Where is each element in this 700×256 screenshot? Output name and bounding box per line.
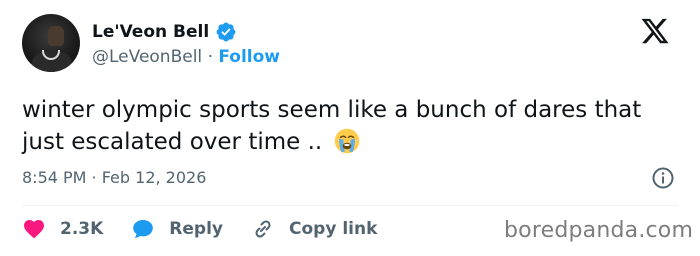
avatar[interactable] [22, 14, 80, 72]
tweet-text: winter olympic sports seem like a bunch … [22, 94, 682, 158]
handle-separator: · [207, 47, 213, 67]
avatar-hand [48, 26, 64, 46]
watermark: boredpanda.com [504, 218, 694, 243]
author-handle-row: @LeVeonBell · Follow [92, 47, 280, 67]
reply-label: Reply [169, 219, 223, 239]
follow-button[interactable]: Follow [218, 47, 280, 67]
tweet-card: Le'Veon Bell @LeVeonBell · Follow winter… [0, 0, 700, 256]
loudly-crying-face-icon [334, 128, 359, 154]
tweet-body: winter olympic sports seem like a bunch … [22, 97, 642, 155]
tweet-timestamp[interactable]: 8:54 PM · Feb 12, 2026 [22, 168, 206, 187]
action-bar: 2.3K Reply Copy link [22, 215, 405, 243]
author-name[interactable]: Le'Veon Bell [92, 22, 209, 42]
copy-link-button[interactable]: Copy link [251, 215, 377, 243]
author-handle[interactable]: @LeVeonBell [92, 47, 202, 67]
reply-button[interactable]: Reply [131, 215, 223, 243]
heart-icon [24, 220, 44, 239]
verified-badge-icon [216, 22, 236, 42]
info-icon[interactable] [651, 166, 675, 190]
reply-bubble-icon [133, 220, 154, 238]
copy-link-label: Copy link [289, 219, 378, 239]
divider [22, 205, 678, 206]
author-name-row: Le'Veon Bell [92, 20, 237, 44]
x-logo-icon[interactable] [638, 16, 672, 46]
like-button[interactable]: 2.3K [22, 215, 103, 243]
like-count: 2.3K [60, 219, 104, 239]
link-icon [255, 220, 271, 238]
